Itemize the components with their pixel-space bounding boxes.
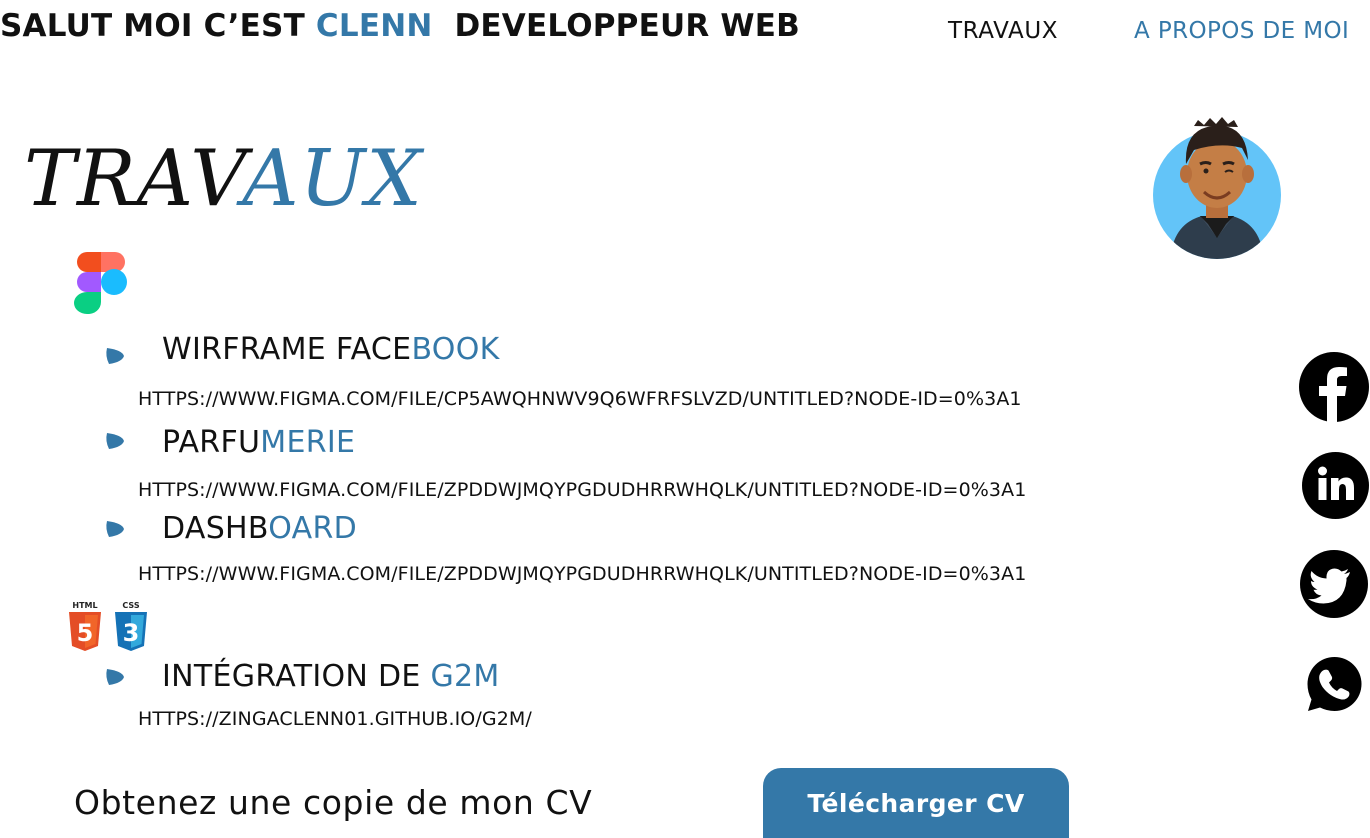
facebook-icon (1319, 367, 1347, 422)
project-title: WIRFRAME FACEBOOK (162, 332, 500, 367)
twitter-icon (1308, 568, 1350, 604)
project-title-part1: WIRFRAME FACE (162, 332, 412, 367)
brand-prefix: SALUT MOI C’EST (0, 8, 316, 44)
list-bullet-icon (106, 433, 124, 449)
twitter-link[interactable] (1300, 550, 1368, 618)
project-title-part2: G2M (430, 659, 500, 694)
list-bullet-icon (106, 669, 124, 685)
project-link[interactable]: HTTPS://ZINGACLENN01.GITHUB.IO/G2M/ (138, 708, 532, 730)
project-title: PARFUMERIE (162, 425, 355, 460)
project-link[interactable]: HTTPS://WWW.FIGMA.COM/FILE/ZPDDWJMQYPGDU… (138, 563, 1026, 585)
site-brand: SALUT MOI C’EST CLENN DEVELOPPEUR WEB (0, 8, 800, 44)
project-link[interactable]: HTTPS://WWW.FIGMA.COM/FILE/CP5AWQHNWV9Q6… (138, 388, 1022, 410)
section-title: TRAVAUX (24, 134, 423, 224)
section-title-part2: AUX (242, 134, 423, 224)
nav-link-a-propos[interactable]: A PROPOS DE MOI (1134, 18, 1349, 44)
project-title: INTÉGRATION DE G2M (162, 659, 500, 694)
project-link[interactable]: HTTPS://WWW.FIGMA.COM/FILE/ZPDDWJMQYPGDU… (138, 479, 1026, 501)
html-icon-label: HTML (72, 601, 97, 610)
list-bullet-icon (106, 348, 124, 364)
project-title-part1: PARFU (162, 425, 261, 460)
project-title-part1: INTÉGRATION DE (162, 659, 431, 694)
linkedin-link[interactable] (1302, 452, 1369, 519)
section-title-part1: TRAV (24, 134, 243, 224)
whatsapp-link[interactable] (1306, 656, 1363, 713)
brand-suffix: DEVELOPPEUR WEB (432, 8, 801, 44)
html-icon-digit: 5 (77, 619, 94, 647)
css3-icon: CSS 3 (115, 601, 147, 651)
project-title-part2: OARD (268, 511, 358, 546)
avatar (1153, 117, 1281, 259)
project-title-part1: DASHB (162, 511, 269, 546)
project-title-part2: MERIE (260, 425, 356, 460)
css-icon-digit: 3 (123, 619, 140, 647)
nav-link-travaux[interactable]: TRAVAUX (948, 18, 1058, 44)
facebook-link[interactable] (1299, 352, 1369, 422)
css-icon-label: CSS (122, 601, 139, 610)
brand-name: CLENN (315, 8, 433, 44)
whatsapp-icon (1307, 657, 1362, 711)
download-cv-button[interactable]: Télécharger CV (763, 768, 1069, 838)
list-bullet-icon (106, 521, 124, 537)
html5-icon: HTML 5 (69, 601, 101, 651)
figma-icon (74, 252, 127, 314)
cv-cta-text: Obtenez une copie de mon CV (74, 783, 593, 822)
project-title-part2: BOOK (411, 332, 500, 367)
project-title: DASHBOARD (162, 511, 357, 546)
linkedin-icon (1318, 466, 1354, 500)
